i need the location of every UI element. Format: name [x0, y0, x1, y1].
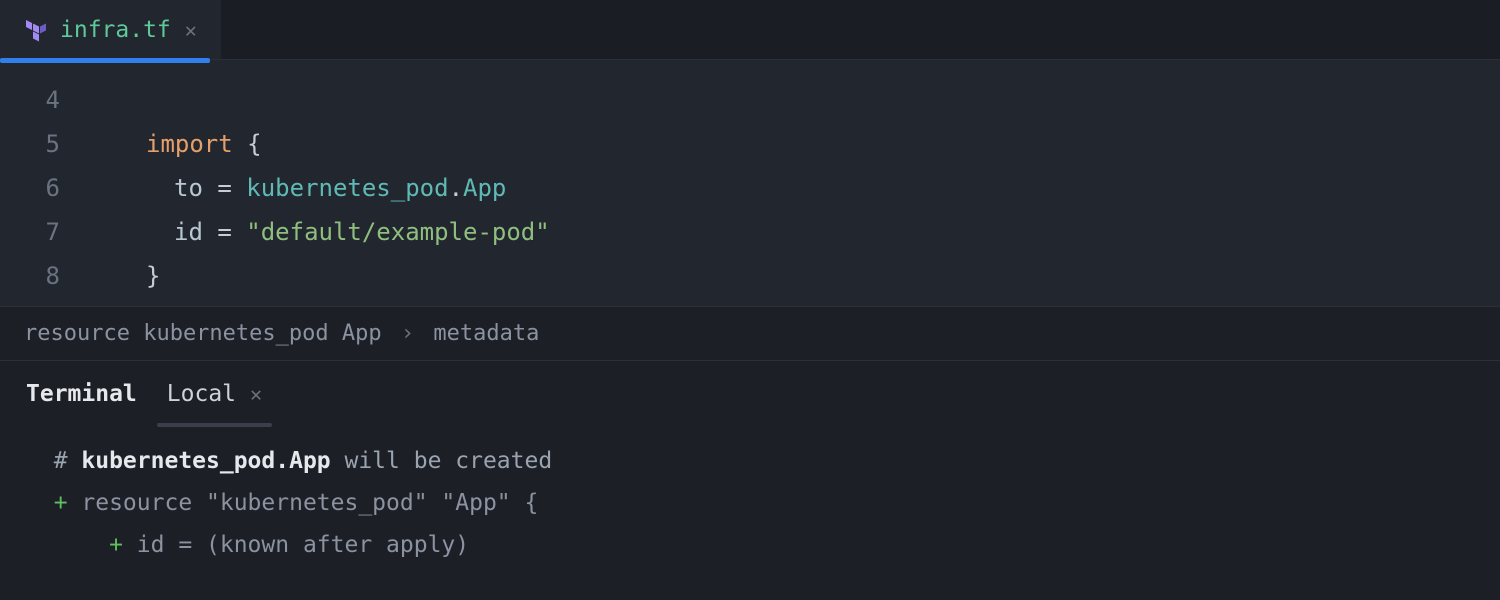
code-content: id = "default/example-pod"	[90, 210, 550, 254]
code-line[interactable]: 7id = "default/example-pod"	[0, 210, 1500, 254]
close-icon[interactable]: ✕	[183, 18, 199, 42]
line-number: 8	[0, 254, 90, 298]
code-editor[interactable]: 45import {6to = kubernetes_pod.App7id = …	[0, 60, 1500, 306]
panel-tabbar: Terminal Local ✕	[0, 360, 1500, 426]
close-icon[interactable]: ✕	[250, 382, 262, 406]
breadcrumb[interactable]: resource kubernetes_pod App › metadata	[0, 306, 1500, 360]
terminal-output[interactable]: # kubernetes_pod.App will be created + r…	[0, 426, 1500, 586]
chevron-right-icon: ›	[401, 321, 414, 346]
code-line[interactable]: 4	[0, 78, 1500, 122]
terraform-icon	[26, 18, 48, 42]
tab-active-indicator	[0, 58, 210, 63]
line-number: 5	[0, 122, 90, 166]
tab-filename: infra.tf	[60, 17, 171, 43]
breadcrumb-segment[interactable]: resource kubernetes_pod App	[24, 321, 382, 346]
breadcrumb-segment[interactable]: metadata	[433, 321, 539, 346]
code-content: import {	[90, 122, 262, 166]
code-content: to = kubernetes_pod.App	[90, 166, 506, 210]
terminal-line: + id = (known after apply)	[26, 524, 1474, 566]
panel-tab-terminal[interactable]: Terminal	[26, 361, 137, 426]
code-content: }	[90, 254, 160, 298]
panel-tab-label: Local	[167, 381, 236, 407]
panel-tab-underline	[157, 423, 272, 427]
editor-tabbar: infra.tf ✕	[0, 0, 1500, 60]
code-line[interactable]: 8}	[0, 254, 1500, 298]
line-number: 6	[0, 166, 90, 210]
panel-tab-local[interactable]: Local ✕	[167, 361, 262, 426]
terminal-line: + resource "kubernetes_pod" "App" {	[26, 482, 1474, 524]
terminal-line: # kubernetes_pod.App will be created	[26, 440, 1474, 482]
code-line[interactable]: 5import {	[0, 122, 1500, 166]
line-number: 7	[0, 210, 90, 254]
panel-tab-label: Terminal	[26, 381, 137, 407]
line-number: 4	[0, 78, 90, 122]
code-line[interactable]: 6to = kubernetes_pod.App	[0, 166, 1500, 210]
tab-infra-tf[interactable]: infra.tf ✕	[0, 0, 221, 59]
